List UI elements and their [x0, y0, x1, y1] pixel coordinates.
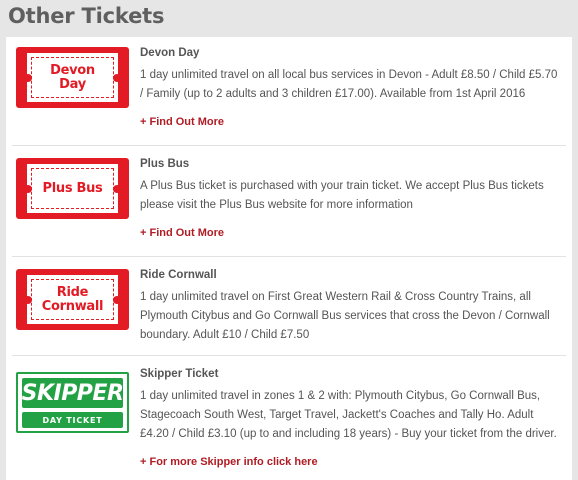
ticket-stub-icon: Plus Bus: [24, 164, 121, 213]
logo-line-2: Cornwall: [41, 298, 104, 314]
ticket-ride-cornwall: Ride Cornwall Ride Cornwall 1 day unlimi…: [6, 259, 572, 355]
ticket-stub-icon: Ride Cornwall: [24, 275, 121, 324]
skipper-logo[interactable]: SKIPPER DAY TICKET: [16, 372, 129, 433]
divider: [12, 355, 566, 356]
plus-bus-logo[interactable]: Plus Bus: [16, 158, 129, 219]
logo-line-2: Day: [59, 76, 86, 92]
ticket-title: Ride Cornwall: [140, 269, 217, 281]
logo-line-1: Plus Bus: [42, 180, 103, 196]
ticket-plus-bus: Plus Bus Plus Bus A Plus Bus ticket is p…: [6, 148, 572, 256]
ticket-title: Skipper Ticket: [140, 368, 219, 380]
find-out-more-link[interactable]: + Find Out More: [140, 227, 224, 239]
ticket-description: 1 day unlimited travel on First Great We…: [140, 291, 550, 341]
skipper-day-ticket-label: DAY TICKET: [22, 412, 123, 428]
tickets-panel: Devon Day Devon Day 1 day unlimited trav…: [6, 37, 572, 480]
ticket-description: 1 day unlimited travel in zones 1 & 2 wi…: [140, 390, 557, 440]
ticket-description: 1 day unlimited travel on all local bus …: [140, 69, 558, 100]
ticket-stub-icon: Devon Day: [24, 53, 121, 102]
skipper-wordmark: SKIPPER: [22, 378, 124, 408]
skipper-info-link[interactable]: + For more Skipper info click here: [140, 456, 318, 468]
ticket-devon-day: Devon Day Devon Day 1 day unlimited trav…: [6, 37, 572, 145]
ride-cornwall-logo[interactable]: Ride Cornwall: [16, 269, 129, 330]
divider: [12, 256, 566, 257]
logo-line-1: Devon: [50, 62, 95, 78]
ticket-title: Plus Bus: [140, 158, 190, 170]
logo-line-1: Ride: [56, 284, 89, 300]
find-out-more-link[interactable]: + Find Out More: [140, 116, 224, 128]
page-title: Other Tickets: [8, 4, 165, 28]
ticket-title: Devon Day: [140, 47, 200, 59]
ticket-skipper: SKIPPER DAY TICKET Skipper Ticket 1 day …: [6, 358, 572, 478]
ticket-description: A Plus Bus ticket is purchased with your…: [140, 180, 544, 211]
divider: [12, 145, 566, 146]
devon-day-logo[interactable]: Devon Day: [16, 47, 129, 108]
